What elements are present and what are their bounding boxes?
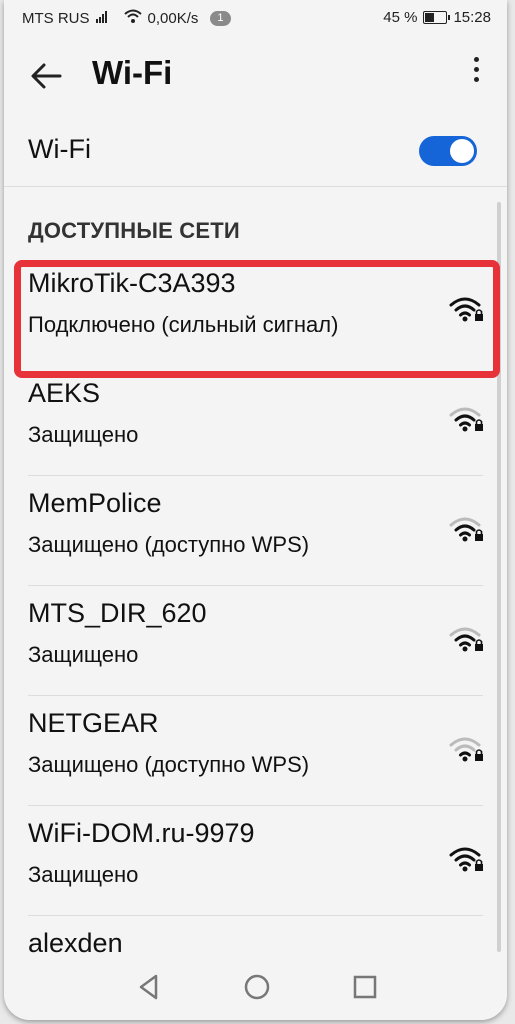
clock: 15:28 <box>453 9 491 26</box>
phone-screen: MTS RUS 0,00K/s 1 45 % 15:28 Wi-Fi Wi-Fi… <box>4 0 507 1020</box>
more-vert-icon <box>461 57 491 82</box>
network-speed: 0,00K/s <box>147 9 199 27</box>
carrier-label: MTS RUS <box>22 9 90 27</box>
network-status: Защищено <box>28 642 139 667</box>
status-bar: MTS RUS 0,00K/s 1 45 % 15:28 <box>4 0 507 36</box>
scrollbar[interactable] <box>497 202 501 952</box>
network-status: Защищено (доступно WPS) <box>28 752 310 777</box>
network-name: MTS_DIR_620 <box>28 598 207 628</box>
square-recents-icon <box>353 975 377 999</box>
signal-icon <box>95 9 118 27</box>
network-item[interactable]: AEKS Защищено <box>4 366 507 476</box>
back-button[interactable] <box>26 54 70 98</box>
circle-home-icon <box>244 974 270 1000</box>
network-status: Защищено (доступно WPS) <box>28 532 310 557</box>
triangle-back-icon <box>139 974 158 1000</box>
network-status: Защищено <box>28 422 139 447</box>
available-networks-header: ДОСТУПНЫЕ СЕТИ <box>28 218 240 243</box>
wifi-lock-icon <box>449 847 483 872</box>
network-item[interactable]: MemPolice Защищено (доступно WPS) <box>4 476 507 586</box>
network-item[interactable]: NETGEAR Защищено (доступно WPS) <box>4 696 507 806</box>
wifi-lock-icon <box>449 297 483 322</box>
wifi-toggle-row[interactable]: Wi-Fi <box>4 116 507 187</box>
wifi-lock-icon <box>449 407 483 432</box>
network-status: Защищено <box>28 862 139 887</box>
network-name: MemPolice <box>28 488 162 518</box>
battery-percent: 45 % <box>383 9 418 26</box>
app-bar: Wi-Fi <box>4 36 507 116</box>
wifi-toggle-switch[interactable] <box>419 136 477 166</box>
network-name: WiFi-DOM.ru-9979 <box>28 818 255 848</box>
wifi-toggle-label: Wi-Fi <box>28 134 91 164</box>
toggle-knob <box>450 139 474 163</box>
wifi-lock-icon <box>449 737 483 762</box>
network-item[interactable]: MTS_DIR_620 Защищено <box>4 586 507 696</box>
nav-home-button[interactable] <box>240 970 274 1004</box>
page-title: Wi-Fi <box>92 54 173 91</box>
nav-recents-button[interactable] <box>348 970 382 1004</box>
notification-badge: 1 <box>210 10 231 26</box>
network-status: Подключено (сильный сигнал) <box>28 312 339 337</box>
network-item[interactable]: MikroTik-C3A393 Подключено (сильный сигн… <box>4 256 507 366</box>
wifi-lock-icon <box>449 627 483 652</box>
battery-icon <box>423 11 451 24</box>
network-name: NETGEAR <box>28 708 159 738</box>
wifi-lock-icon <box>449 517 483 542</box>
network-item[interactable]: WiFi-DOM.ru-9979 Защищено <box>4 806 507 916</box>
arrow-left-icon <box>31 63 62 89</box>
network-name: MikroTik-C3A393 <box>28 268 236 298</box>
wifi-status-icon <box>123 9 142 27</box>
navigation-bar <box>4 954 507 1020</box>
more-options-button[interactable] <box>461 52 491 98</box>
nav-back-button[interactable] <box>132 970 166 1004</box>
network-name: AEKS <box>28 378 101 408</box>
